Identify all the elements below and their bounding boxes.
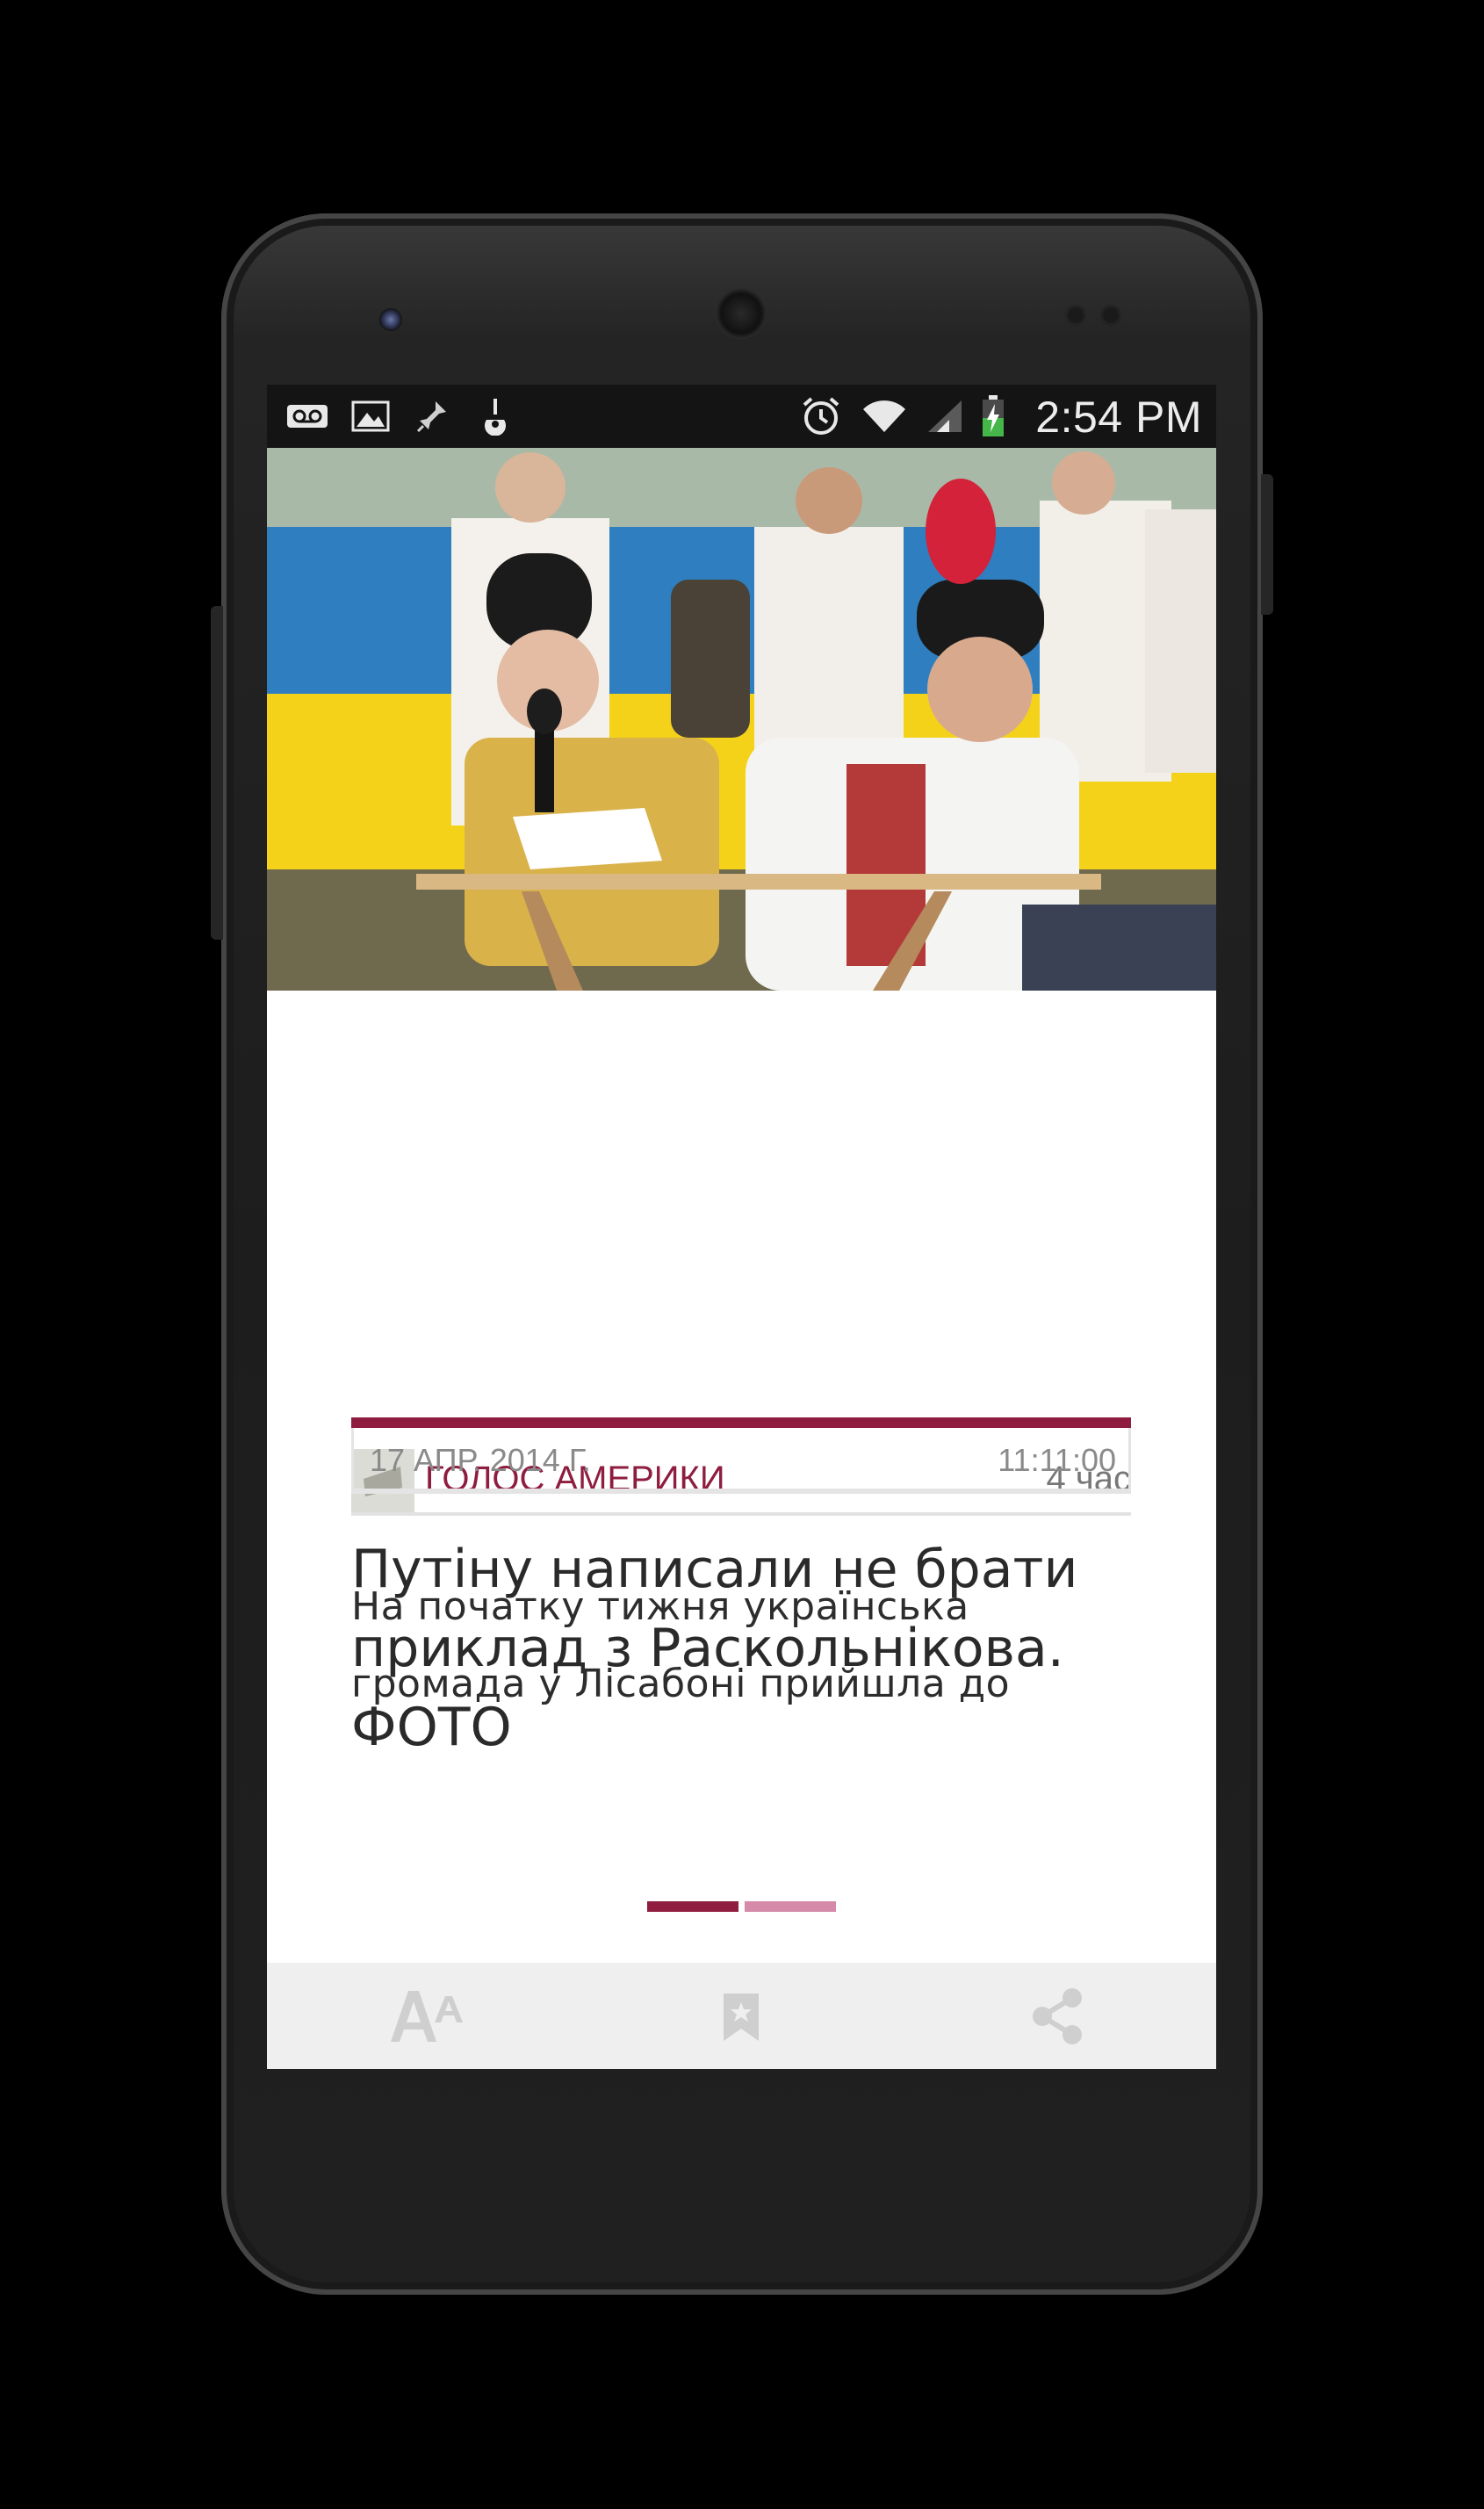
front-camera (379, 308, 402, 331)
date-row: 17 АПР. 2014 Г. 11:11:00 (351, 1428, 1131, 1494)
bottom-toolbar (267, 1963, 1216, 2069)
font-size-icon (391, 1990, 463, 2042)
font-size-button[interactable] (341, 1963, 516, 2069)
source-divider (351, 1512, 1131, 1516)
date-accent-bar (351, 1417, 1131, 1428)
article-time: 11:11:00 (998, 1442, 1116, 1478)
article-body: На початку тижня українська громада у Лі… (351, 1584, 1011, 1706)
proximity-sensor (1068, 307, 1084, 323)
page-indicator-inactive[interactable] (745, 1901, 836, 1912)
article-date: 17 АПР. 2014 Г. (370, 1442, 591, 1478)
bookmark-button[interactable] (653, 1963, 829, 2069)
page-indicator-active (647, 1901, 738, 1912)
article-card: ГОЛОС АМЕРИКИ 4 час Путіну написали не б… (267, 385, 1216, 1963)
light-sensor (1103, 307, 1119, 323)
earpiece-speaker (716, 288, 767, 339)
screen: 2:54 PM ГОЛОС АМЕРИКИ 4 час Путіну напис… (267, 385, 1216, 2069)
volume-button (211, 606, 223, 940)
share-button[interactable] (969, 1963, 1145, 2069)
share-icon (1033, 1987, 1082, 2044)
bookmark-icon (724, 1993, 759, 2041)
power-button (1261, 474, 1273, 615)
